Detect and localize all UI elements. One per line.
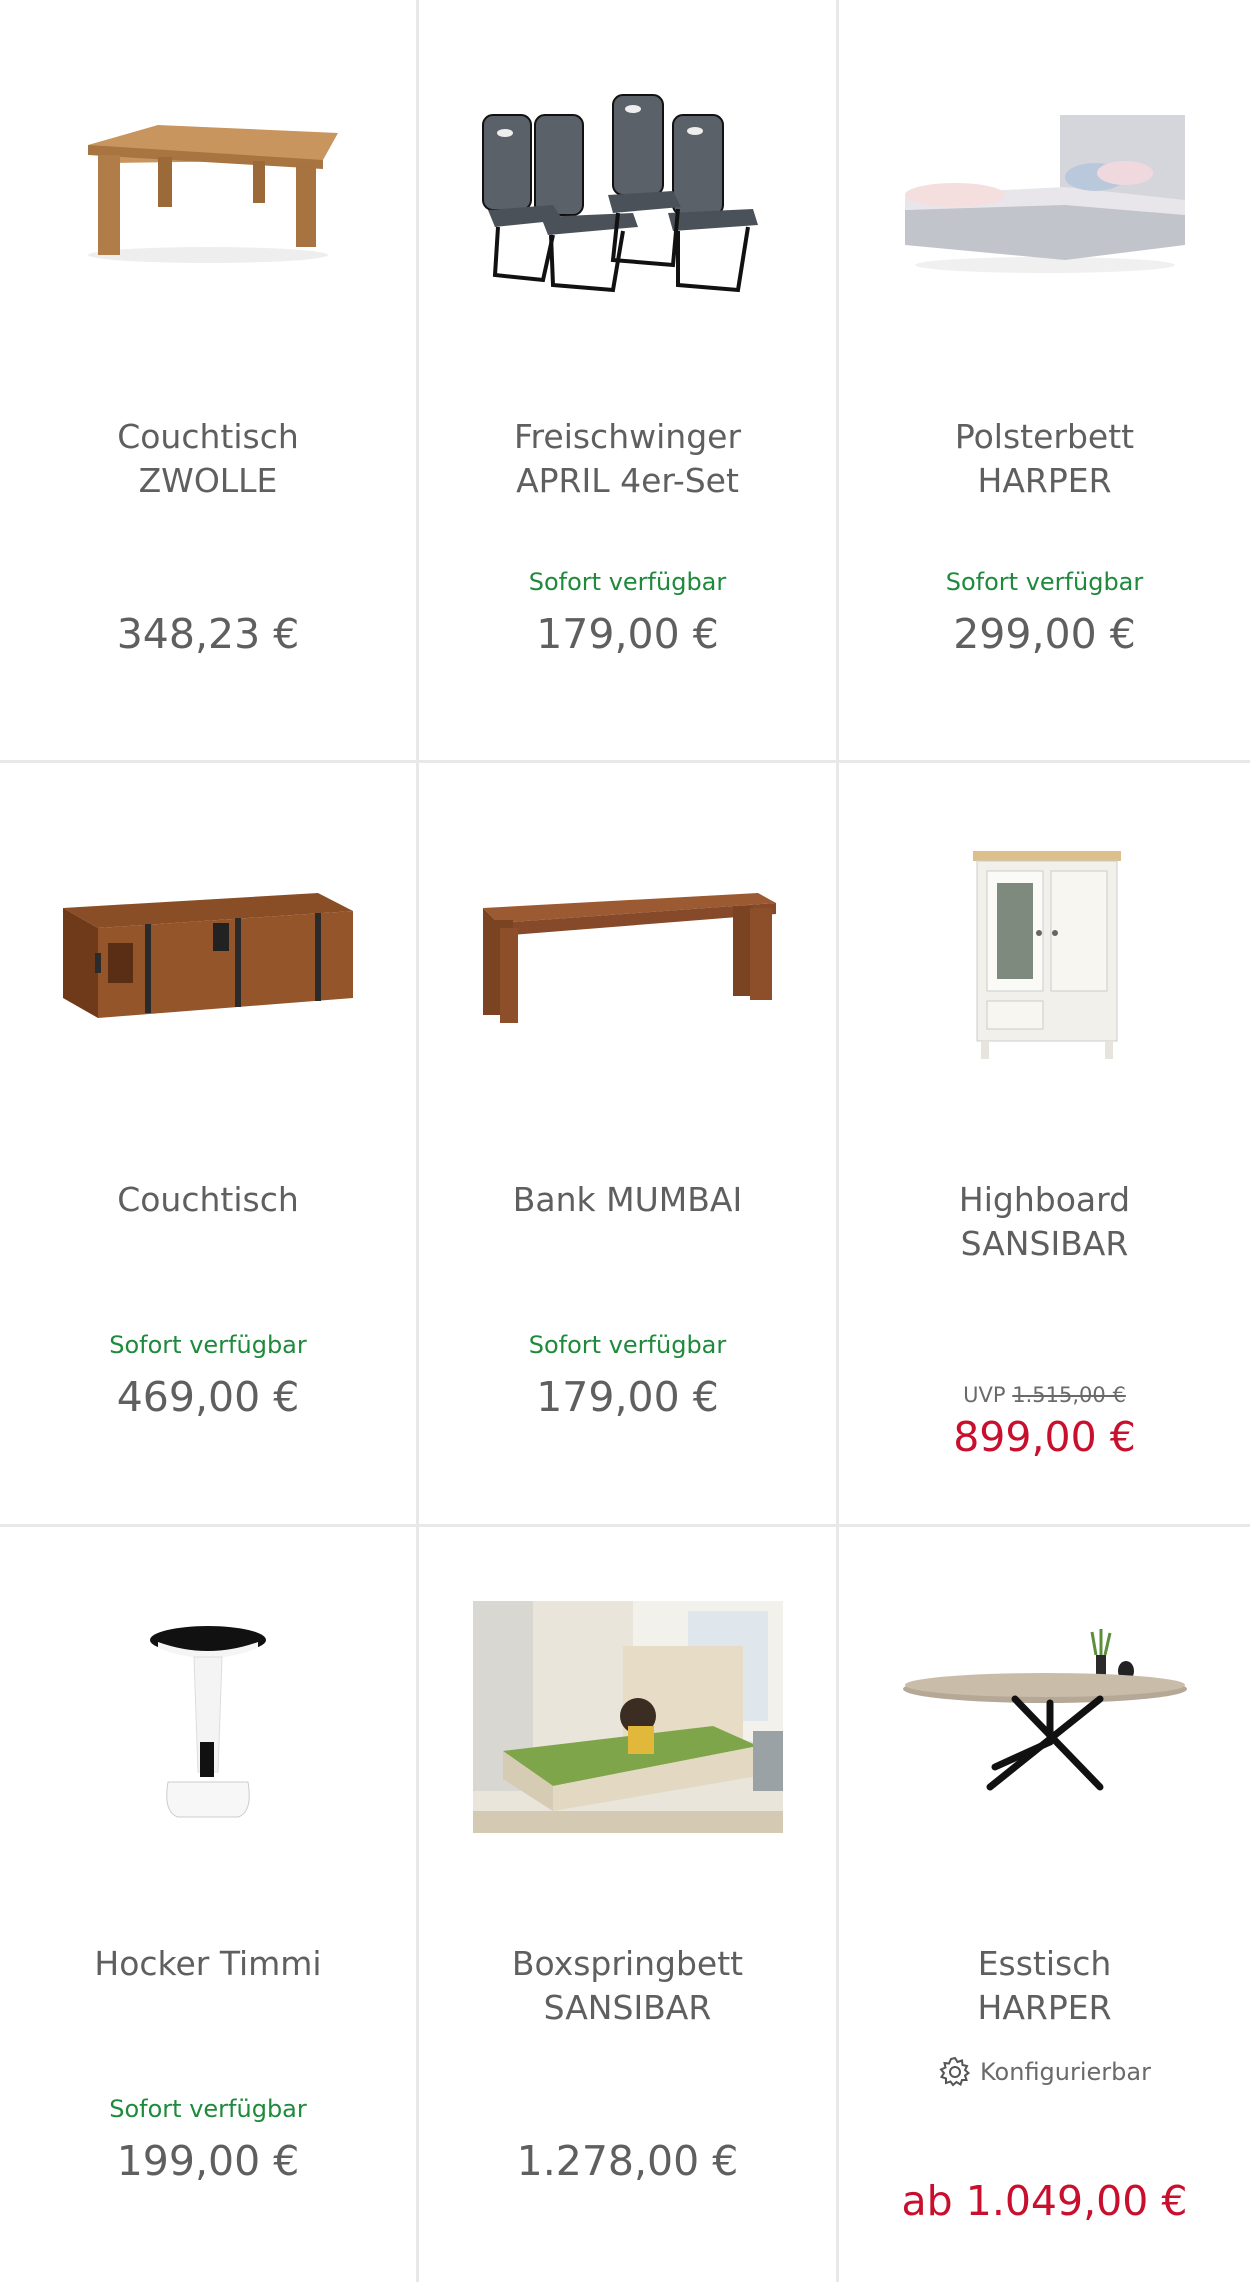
product-title[interactable]: Bank MUMBAI	[429, 1178, 826, 1222]
chairs-set-image	[481, 94, 758, 293]
product-card-polsterbett-harper[interactable]: Polsterbett HARPER Sofort verfügbar 299,…	[839, 0, 1250, 763]
product-image[interactable]	[0, 1567, 416, 1867]
product-image[interactable]	[419, 40, 836, 340]
product-image[interactable]	[839, 1567, 1250, 1867]
product-title[interactable]: Hocker Timmi	[10, 1942, 406, 1986]
product-card-couchtisch[interactable]: Couchtisch Sofort verfügbar 469,00 €	[0, 763, 419, 1527]
product-title[interactable]: Freischwinger APRIL 4er-Set	[429, 415, 826, 503]
bench-image	[482, 893, 776, 1023]
upholstered-bed-image	[904, 115, 1185, 273]
stool-image	[150, 1626, 266, 1818]
sale-price: ab 1.049,00 €	[901, 2177, 1188, 2225]
product-card-boxspringbett-sansibar[interactable]: Boxspringbett SANSIBAR 1.278,00 €	[419, 1527, 839, 2282]
availability-label: Sofort verfügbar	[109, 2095, 307, 2123]
product-card-freischwinger-april[interactable]: Freischwinger APRIL 4er-Set Sofort verfü…	[419, 0, 839, 763]
product-image[interactable]	[0, 40, 416, 340]
availability-label: Sofort verfügbar	[945, 568, 1144, 596]
product-title[interactable]: Esstisch HARPER	[849, 1942, 1240, 2030]
uvp-price: UVP 1.515,00 €	[963, 1383, 1126, 1407]
product-card-couchtisch-zwolle[interactable]: Couchtisch ZWOLLE 348,23 €	[0, 0, 419, 763]
coffee-table-image	[88, 125, 338, 263]
product-card-bank-mumbai[interactable]: Bank MUMBAI Sofort verfügbar 179,00 €	[419, 763, 839, 1527]
product-card-highboard-sansibar[interactable]: Highboard SANSIBAR UVP 1.515,00 € 899,00…	[839, 763, 1250, 1527]
gear-icon	[939, 2056, 971, 2087]
product-price: 1.278,00 €	[516, 2137, 739, 2185]
product-title[interactable]: Boxspringbett SANSIBAR	[429, 1942, 826, 2030]
product-image[interactable]	[839, 803, 1250, 1103]
availability-label: Sofort verfügbar	[109, 1331, 307, 1359]
boxspring-bed-photo	[472, 1601, 783, 1833]
product-title[interactable]: Highboard SANSIBAR	[849, 1178, 1240, 1266]
configurable-badge: Konfigurierbar	[839, 2055, 1250, 2089]
product-price: 179,00 €	[536, 610, 719, 658]
product-title[interactable]: Polsterbett HARPER	[849, 415, 1240, 503]
product-card-esstisch-harper[interactable]: Esstisch HARPER Konfigurierbar ab 1.049,…	[839, 1527, 1250, 2282]
product-image[interactable]	[419, 803, 836, 1103]
product-card-hocker-timmi[interactable]: Hocker Timmi Sofort verfügbar 199,00 €	[0, 1527, 419, 2282]
product-image[interactable]	[419, 1567, 836, 1867]
product-title[interactable]: Couchtisch ZWOLLE	[10, 415, 406, 503]
product-image[interactable]	[839, 40, 1250, 340]
availability-label: Sofort verfügbar	[528, 1331, 727, 1359]
product-price: 299,00 €	[953, 610, 1136, 658]
product-grid: Couchtisch ZWOLLE 348,23 € Freischwinger…	[0, 0, 1250, 2282]
product-price: 199,00 €	[116, 2137, 300, 2185]
sale-price: 899,00 €	[953, 1413, 1136, 1461]
availability-label: Sofort verfügbar	[528, 568, 727, 596]
product-price: 179,00 €	[536, 1373, 719, 1421]
product-image[interactable]	[0, 803, 416, 1103]
product-title[interactable]: Couchtisch	[10, 1178, 406, 1222]
product-price: 348,23 €	[116, 610, 300, 658]
chest-table-image	[63, 893, 353, 1018]
highboard-image	[972, 851, 1121, 1059]
product-price: 469,00 €	[116, 1373, 300, 1421]
dining-table-image	[902, 1629, 1187, 1791]
